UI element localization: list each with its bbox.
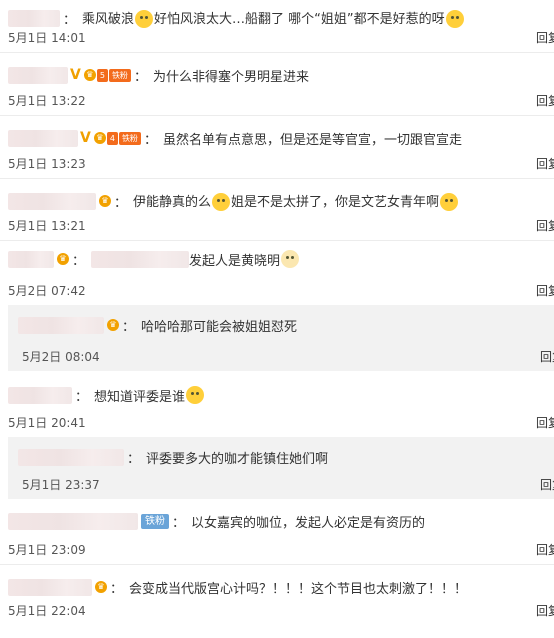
- verified-v-icon: V: [80, 130, 91, 146]
- comment-text: 乘风破浪 好怕风浪太大…船翻了 哪个“姐姐”都不是好惹的呀: [82, 8, 465, 28]
- reply-button[interactable]: 回复: [536, 414, 554, 431]
- reply-button[interactable]: 回复: [536, 155, 554, 172]
- comment-text: 发起人是黄晓明: [189, 253, 281, 269]
- comment-text: 评委要多大的咖才能镇住她们啊: [146, 451, 329, 467]
- laughing-tears-emoji-icon: [440, 193, 459, 211]
- cat-emoji-icon: [281, 250, 300, 268]
- comment-date: 5月1日 20:41: [8, 416, 86, 430]
- tongue-emoji-icon: [186, 386, 205, 404]
- crown-icon: ♛: [99, 195, 111, 207]
- laughing-tears-emoji-icon: [135, 10, 154, 28]
- comment-date: 5月1日 14:01: [8, 31, 86, 45]
- comment-text: 伊能静真的么 姐是不是太拼了，你是文艺女青年啊: [133, 191, 459, 211]
- crown-icon: ♛: [93, 132, 106, 144]
- comment-item: ♛ ： 会变成当代版宫心计吗？！！！这个节目也太刺激了！！！ 5月1日 22:0…: [0, 565, 554, 625]
- crown-icon: ♛: [83, 69, 96, 81]
- comment-date: 5月1日 23:37: [22, 478, 100, 492]
- reply-button[interactable]: 回复: [536, 92, 554, 109]
- comment-date: 5月1日 13:23: [8, 157, 86, 171]
- vip-badge: ♛: [57, 252, 69, 266]
- comment-item: ： 想知道评委是谁 5月1日 20:41 回复: [0, 379, 554, 437]
- comment-text: 为什么非得塞个男明星进来: [152, 69, 309, 85]
- fan-level-badge: ♛ 5 铁粉: [83, 68, 131, 82]
- crown-icon: ♛: [95, 581, 107, 593]
- comment-item: ♛ ： 发起人是黄晓明 5月2日 07:42 回复: [0, 241, 554, 305]
- thinking-emoji-icon: [445, 10, 464, 28]
- comment-text: 虽然名单有点意思，但是还是等官宣，一切跟官宣走: [162, 132, 462, 148]
- fan-badge: 铁粉: [141, 513, 169, 529]
- username-blurred[interactable]: [8, 250, 54, 268]
- reply-button[interactable]: 回复: [536, 217, 554, 234]
- reply-button[interactable]: 回复: [536, 541, 554, 558]
- username-blurred[interactable]: [8, 386, 72, 404]
- mention-blurred[interactable]: [91, 250, 190, 268]
- comment-text: 会变成当代版宫心计吗？！！！这个节目也太刺激了！！！: [129, 581, 468, 597]
- fan-level-badge: ♛ 4 铁粉: [93, 131, 141, 145]
- comment-date: 5月1日 13:22: [8, 94, 86, 108]
- comment-item: V ♛ 5 铁粉 ： 为什么非得塞个男明星进来 5月1日 13:22 回复: [0, 53, 554, 116]
- username-blurred[interactable]: [18, 316, 104, 334]
- reply-button[interactable]: 回复: [540, 348, 554, 365]
- comment-date: 5月1日 23:09: [8, 543, 86, 557]
- username-blurred[interactable]: [8, 578, 92, 596]
- username-blurred[interactable]: [8, 129, 78, 147]
- comment-date: 5月1日 22:04: [8, 604, 86, 618]
- comment-item: ♛ ： 伊能静真的么 姐是不是太拼了，你是文艺女青年啊 5月1日 13:21 回复: [0, 179, 554, 241]
- username-blurred[interactable]: [8, 66, 68, 84]
- comment-text: 以女嘉宾的咖位，发起人必定是有资历的: [191, 515, 426, 531]
- crown-icon: ♛: [57, 253, 69, 265]
- comment-text: 想知道评委是谁: [94, 389, 186, 405]
- reply-button[interactable]: 回复: [536, 29, 554, 46]
- verified-v-icon: V: [70, 67, 81, 83]
- reply-button[interactable]: 回复: [536, 282, 554, 299]
- vip-badge: ♛: [107, 318, 119, 332]
- crown-icon: ♛: [107, 319, 119, 331]
- username-blurred[interactable]: [8, 512, 138, 530]
- username-blurred[interactable]: [8, 9, 60, 27]
- vip-badge: ♛: [95, 580, 107, 594]
- comment-item: ： 乘风破浪 好怕风浪太大…船翻了 哪个“姐姐”都不是好惹的呀 5月1日 14:0…: [0, 0, 554, 53]
- reply-item: ： 评委要多大的咖才能镇住她们啊 5月1日 23:37 回复: [8, 437, 554, 499]
- colon: ：: [63, 12, 77, 28]
- comment-item: 铁粉 ： 以女嘉宾的咖位，发起人必定是有资历的 5月1日 23:09 回复: [0, 507, 554, 565]
- comment-date: 5月2日 08:04: [22, 350, 100, 364]
- reply-button[interactable]: 回复: [536, 602, 554, 619]
- comment-text: 哈哈哈那可能会被姐姐怼死: [141, 319, 298, 335]
- username-blurred[interactable]: [18, 448, 124, 466]
- comment-date: 5月2日 07:42: [8, 284, 86, 298]
- reply-button[interactable]: 回复: [540, 476, 554, 493]
- comment-item: V ♛ 4 铁粉 ： 虽然名单有点意思，但是还是等官宣，一切跟官宣走 5月1日 13…: [0, 116, 554, 179]
- username-blurred[interactable]: [8, 192, 96, 210]
- comment-date: 5月1日 13:21: [8, 219, 86, 233]
- vip-badge: ♛: [99, 194, 111, 208]
- laughing-tears-emoji-icon: [212, 193, 231, 211]
- reply-item: ♛ ： 哈哈哈那可能会被姐姐怼死 5月2日 08:04 回复: [8, 305, 554, 371]
